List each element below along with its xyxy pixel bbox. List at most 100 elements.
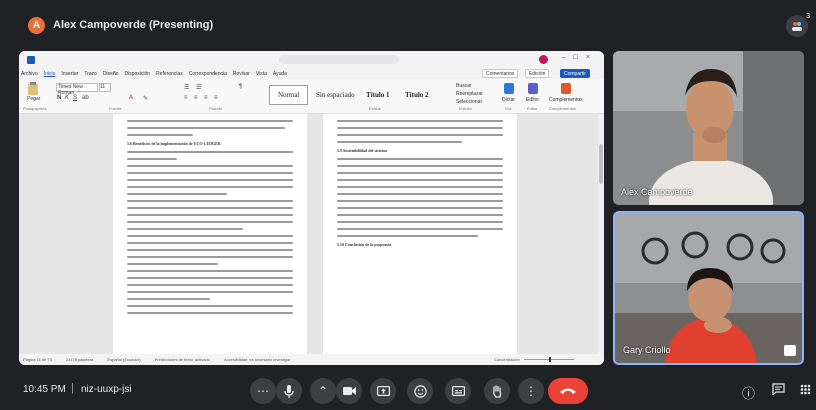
menu-trazo[interactable]: Trazo — [84, 71, 97, 77]
align-left-icon[interactable]: ≡ — [184, 95, 188, 101]
zoom-slider[interactable]: Concentración — [494, 357, 584, 362]
camera-icon — [342, 387, 356, 395]
meeting-time: 10:45 PM — [23, 384, 66, 395]
captions-icon — [451, 386, 465, 396]
bottom-bar: 10:45 PM | niz-uuxp-jsi ⋯ ⌃ ⋮ ⓘ — [0, 370, 816, 410]
more-video-options-icon[interactable]: ⌃ — [310, 378, 336, 404]
document-area[interactable]: 5.6 Beneficios de la implementación de E… — [19, 114, 604, 354]
document-page-left[interactable]: 5.6 Beneficios de la implementación de E… — [113, 114, 307, 354]
menu-archivo[interactable]: Archivo — [21, 71, 38, 77]
share-button[interactable]: Compartir — [560, 69, 590, 78]
word-user-avatar[interactable] — [539, 55, 548, 64]
italic-button[interactable]: K — [65, 95, 69, 101]
participant-tile-alex[interactable]: Alex Campoverde — [613, 51, 804, 205]
participant-name-gary: Gary Criollo — [623, 345, 671, 355]
menu-correspondencia[interactable]: Correspondencia — [189, 71, 227, 77]
status-words[interactable]: 13175 palabras — [66, 357, 94, 362]
editor-label: Editor — [526, 97, 540, 103]
font-color-button[interactable]: A — [129, 95, 133, 101]
word-status-bar: Página 11 de 73 13175 palabras Español (… — [19, 354, 604, 365]
editor-icon[interactable] — [528, 83, 538, 94]
microphone-button[interactable] — [276, 378, 302, 404]
activities-icon[interactable] — [800, 383, 811, 398]
menu-ayuda[interactable]: Ayuda — [273, 71, 287, 77]
menu-vista[interactable]: Vista — [256, 71, 267, 77]
font-size-box[interactable]: 11 — [99, 83, 111, 92]
meet-window: A Alex Campoverde (Presenting) 3 –□× Arc… — [0, 0, 816, 410]
menu-disposicion[interactable]: Disposición — [125, 71, 151, 77]
tile-options-icon[interactable] — [784, 345, 796, 356]
camera-button[interactable] — [336, 378, 362, 404]
highlight-icon[interactable]: ✎ — [143, 95, 148, 102]
align-center-icon[interactable]: ≡ — [194, 95, 198, 101]
group-editing: Edición — [459, 106, 473, 111]
document-scrollbar[interactable] — [598, 114, 604, 354]
bullets-icon[interactable]: ☰ — [184, 84, 189, 91]
meeting-code: niz-uuxp-jsi — [81, 384, 132, 395]
presenter-avatar: A — [28, 17, 45, 34]
emoji-icon — [413, 384, 427, 398]
word-app-icon — [27, 55, 35, 64]
style-heading-2[interactable]: Título 2 — [405, 85, 429, 105]
presenter-title: Alex Campoverde (Presenting) — [53, 19, 214, 31]
font-name-box[interactable]: Times New Roman — [56, 83, 98, 96]
raise-hand-button[interactable] — [484, 378, 510, 404]
editing-button[interactable]: Edición — [525, 69, 550, 78]
participant-video-alex — [613, 51, 804, 205]
select-button[interactable]: Seleccionar — [456, 99, 482, 105]
focus-mode[interactable]: Concentración — [494, 357, 520, 362]
justify-icon[interactable]: ≡ — [214, 95, 218, 101]
style-normal[interactable]: Normal — [269, 85, 309, 105]
menu-inicio[interactable]: Inicio — [44, 71, 56, 77]
meeting-info-icon[interactable]: ⓘ — [742, 383, 755, 402]
status-page[interactable]: Página 11 de 73 — [23, 357, 52, 362]
style-no-spacing[interactable]: Sin espaciado — [316, 85, 355, 105]
bold-button[interactable]: N — [57, 95, 61, 101]
shared-screen: –□× Archivo Inicio Insertar Trazo Diseño… — [19, 51, 604, 365]
status-language[interactable]: Español (Ecuador) — [107, 357, 140, 362]
document-page-right[interactable]: 5.9 Sostenibilidad del sistema 5.10 Conc… — [323, 114, 517, 354]
comments-button[interactable]: Comentarios — [482, 69, 519, 78]
participant-count: 3 — [806, 13, 810, 20]
find-button[interactable]: Buscar — [456, 83, 472, 89]
group-font: Fuente — [109, 106, 122, 111]
style-heading-1[interactable]: Título 1 — [366, 85, 390, 105]
group-styles: Estilos — [369, 106, 381, 111]
word-ribbon: Pegar Times New Roman 11 N K S ab A ✎ ☰ … — [19, 79, 604, 114]
more-audio-options-icon[interactable]: ⋯ — [250, 378, 276, 404]
align-right-icon[interactable]: ≡ — [204, 95, 208, 101]
participant-name-alex: Alex Campoverde — [621, 187, 693, 197]
pilcrow-icon[interactable]: ¶ — [239, 84, 242, 90]
participant-tile-gary[interactable]: Gary Criollo — [613, 211, 804, 365]
heading-left: 5.6 Beneficios de la implementación de E… — [127, 141, 221, 146]
time-separator: | — [71, 382, 74, 394]
replace-button[interactable]: Reemplazar — [456, 91, 483, 97]
window-controls[interactable]: –□× — [562, 54, 598, 61]
participant-video-gary — [615, 213, 802, 363]
present-button[interactable] — [370, 378, 396, 404]
more-options-icon[interactable]: ⋮ — [518, 378, 544, 404]
status-accessibility[interactable]: Accesibilidad: es necesario investigar — [224, 357, 290, 362]
paste-icon[interactable] — [27, 82, 39, 95]
reactions-button[interactable] — [407, 378, 433, 404]
dictate-icon[interactable] — [504, 83, 514, 94]
chat-icon[interactable] — [772, 383, 785, 398]
menu-insertar[interactable]: Insertar — [61, 71, 78, 77]
end-call-button[interactable] — [548, 378, 588, 404]
underline-button[interactable]: S — [73, 95, 77, 101]
status-prediction[interactable]: Predicciones de texto: activado — [155, 357, 210, 362]
participants-icon[interactable] — [786, 15, 808, 37]
group-editor: Editor — [527, 106, 538, 111]
heading-right-sustainability: 5.9 Sostenibilidad del sistema — [337, 148, 388, 153]
microphone-icon — [284, 384, 294, 398]
word-menu-bar: Archivo Inicio Insertar Trazo Diseño Dis… — [19, 68, 604, 79]
strikethrough-button[interactable]: ab — [82, 95, 89, 101]
captions-button[interactable] — [445, 378, 471, 404]
menu-diseno[interactable]: Diseño — [103, 71, 119, 77]
hand-icon — [493, 384, 502, 398]
numbering-icon[interactable]: ☰ — [196, 84, 201, 91]
addins-icon[interactable] — [561, 83, 571, 94]
menu-referencias[interactable]: Referencias — [156, 71, 183, 77]
menu-revisar[interactable]: Revisar — [233, 71, 250, 77]
word-search-box[interactable] — [279, 55, 399, 64]
